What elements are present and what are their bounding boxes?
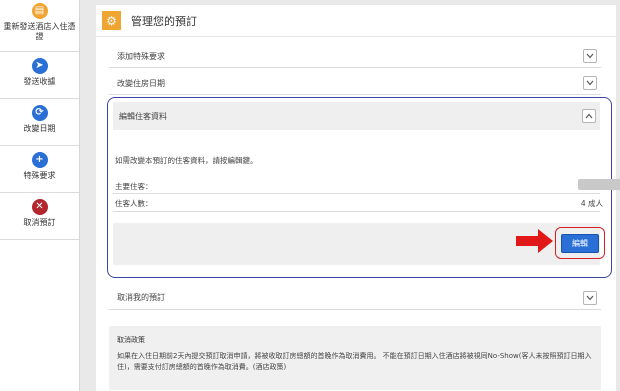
- divider: [113, 211, 600, 212]
- sidebar-item-label: 特殊要求: [23, 171, 56, 180]
- edit-button-highlight: 編輯: [555, 227, 605, 259]
- refresh-icon: ⟳: [31, 105, 48, 121]
- cancellation-policy: 取消政策 如果在入住日期前2天內提交預訂取消申請，將被收取訂房總額的首晚作為取消…: [109, 326, 601, 390]
- accordion-change-dates[interactable]: 改變住房日期: [109, 72, 601, 95]
- accordion-cancel-booking[interactable]: 取消我的預訂: [109, 286, 601, 310]
- chevron-down-icon[interactable]: [583, 76, 597, 90]
- accordion-label: 添加特殊要求: [117, 51, 165, 61]
- sidebar-item-cancel-booking[interactable]: ✕ 取消預訂: [0, 193, 79, 240]
- sidebar-item-resend-voucher[interactable]: ▤ 重新發送酒店入住憑證: [0, 0, 79, 52]
- page-title: 管理您的預訂: [131, 14, 197, 28]
- sidebar-item-label: 取消預訂: [23, 218, 56, 227]
- accordion-edit-guest[interactable]: 編輯住客資料: [113, 102, 600, 130]
- policy-title: 取消政策: [117, 336, 145, 344]
- accordion-label: 取消我的預訂: [117, 293, 165, 302]
- guest-info-text: 如需改變本預訂的住客資料，請按編輯鍵。: [115, 156, 258, 165]
- accordion-label: 編輯住客資料: [119, 111, 167, 121]
- document-icon: ▤: [31, 3, 48, 19]
- chevron-down-icon[interactable]: [583, 290, 597, 305]
- edit-button[interactable]: 編輯: [561, 233, 599, 253]
- sidebar-item-label: 重新發送酒店入住憑證: [3, 22, 76, 41]
- sidebar-item-label: 發送收據: [23, 77, 56, 86]
- close-icon: ✕: [31, 199, 48, 215]
- plus-icon: +: [31, 152, 48, 168]
- sidebar-item-send-receipt[interactable]: ➤ 發送收據: [0, 52, 79, 99]
- accordion-label: 改變住房日期: [117, 78, 165, 88]
- send-icon: ➤: [31, 58, 48, 74]
- divider: [113, 193, 600, 194]
- main-guest-label: 主要住客：: [115, 182, 153, 191]
- redacted-guest-name: [578, 179, 620, 190]
- chevron-down-icon[interactable]: [583, 49, 597, 63]
- panel-header: ⚙ 管理您的預訂: [96, 5, 616, 37]
- manage-booking-panel: ⚙ 管理您的預訂 添加特殊要求 改變住房日期 編輯住客資料 如需改變本預訂的住客…: [96, 5, 620, 391]
- sidebar-item-change-dates[interactable]: ⟳ 改變日期: [0, 99, 79, 146]
- guest-count-label: 住客人數：: [115, 199, 153, 208]
- chevron-up-icon[interactable]: [582, 109, 596, 123]
- sidebar-item-special-request[interactable]: + 特殊要求: [0, 146, 79, 193]
- guest-count-value: 4 成人: [580, 199, 603, 208]
- policy-text: 如果在入住日期前2天內提交預訂取消申請，將被收取訂房總額的首晚作為取消費用。 不…: [117, 352, 592, 371]
- accordion-special-request[interactable]: 添加特殊要求: [109, 45, 601, 68]
- gear-icon: ⚙: [102, 11, 121, 30]
- sidebar: ▤ 重新發送酒店入住憑證 ➤ 發送收據 ⟳ 改變日期 + 特殊要求 ✕ 取消預訂: [0, 0, 80, 391]
- sidebar-item-label: 改變日期: [23, 124, 56, 133]
- red-arrow-icon: [516, 229, 553, 253]
